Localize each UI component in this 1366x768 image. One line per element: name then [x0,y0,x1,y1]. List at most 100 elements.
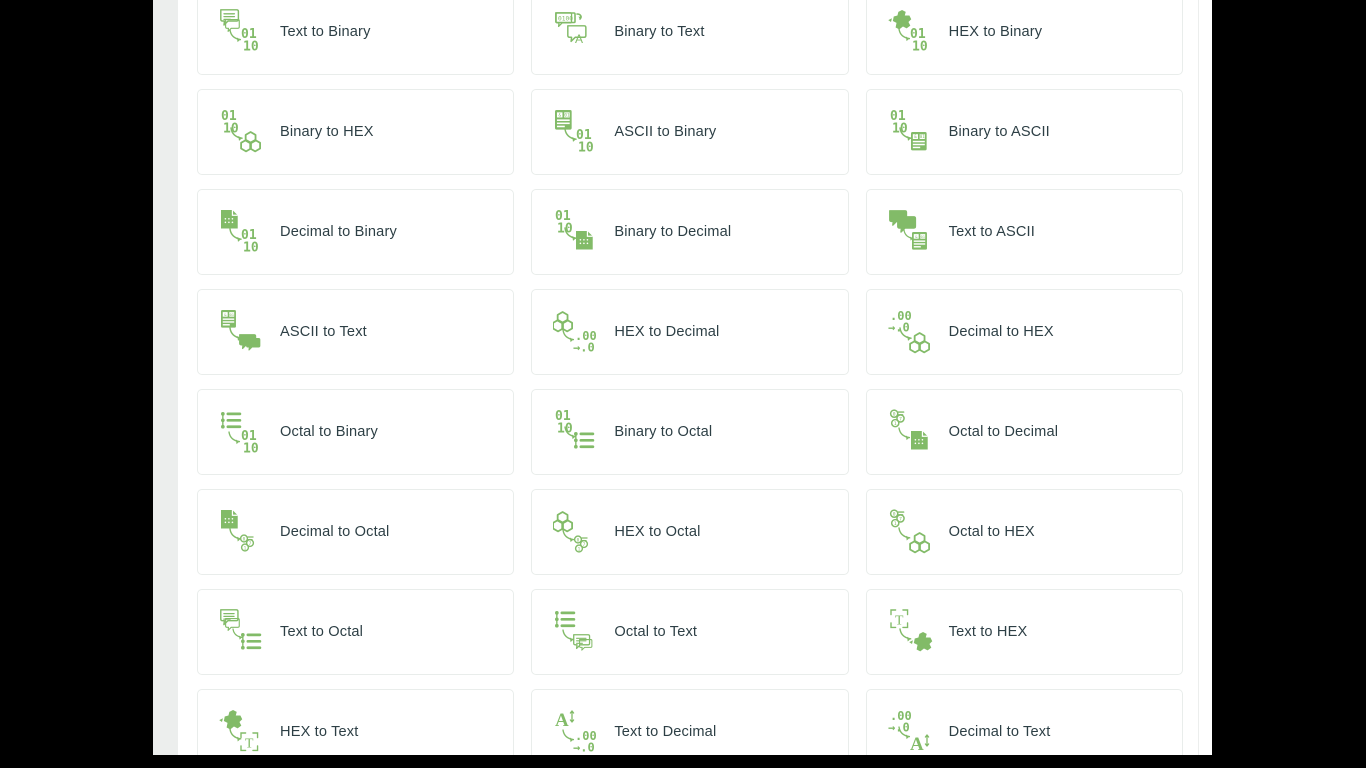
text-to-binary-icon: 01 10 [212,3,274,61]
svg-text:10: 10 [243,441,259,456]
converter-card[interactable]: & 01 Text to ASCII [865,189,1183,275]
converter-card[interactable]: .00 →.0 Decimal to HEX [865,289,1183,375]
text-to-hex-icon: T [881,603,943,661]
converter-card[interactable]: Text to Octal [197,589,515,675]
converter-card-grid: 01 10 Text to Binary 0100 A Binary to Tex… [197,0,1183,755]
converter-card-label: Decimal to HEX [948,324,1054,340]
converter-card-label: Octal to Text [614,624,698,640]
hex-to-text-icon: T [212,703,274,755]
octal-to-decimal-icon: 0 7 1 [881,403,943,461]
svg-text:1: 1 [244,545,247,551]
svg-text:01: 01 [920,234,925,239]
svg-text:7: 7 [249,541,252,547]
binary-to-ascii-icon: 01 10 & 01 [881,103,943,161]
converter-card-label: Octal to Binary [280,424,378,440]
hex-to-binary-icon: 01 10 [881,3,943,61]
converter-card[interactable]: T Text to HEX [865,589,1183,675]
svg-text:01: 01 [920,134,925,139]
svg-text:10: 10 [578,140,594,155]
converter-card[interactable]: 01 10 Binary to Decimal [531,189,849,275]
decimal-to-hex-icon: .00 →.0 [881,303,943,361]
converter-card-label: Binary to ASCII [948,124,1050,140]
ascii-to-text-icon: & 01 [212,303,274,361]
svg-text:T: T [245,735,254,750]
text-to-decimal-icon: A .00 →.0 [546,703,608,755]
decimal-to-binary-icon: 01 10 [212,203,274,261]
converter-card-label: Decimal to Octal [280,524,390,540]
converter-card[interactable]: A .00 →.0 Text to Decimal [531,689,849,755]
converter-card-label: Text to ASCII [948,224,1035,240]
svg-text:1: 1 [578,546,581,552]
octal-to-text-icon [546,603,608,661]
converter-card-label: Text to Decimal [614,724,717,740]
converter-card[interactable]: 0 7 1 Octal to Decimal [865,389,1183,475]
text-to-octal-icon [212,603,274,661]
converter-card-label: Decimal to Binary [280,224,397,240]
converter-card-label: HEX to Text [280,724,359,740]
octal-to-binary-icon: 01 10 [212,403,274,461]
converter-card[interactable]: & 01 ASCII to Text [197,289,515,375]
converter-card-label: HEX to Decimal [614,324,720,340]
binary-to-decimal-icon: 01 10 [546,203,608,261]
converter-card-label: ASCII to Binary [614,124,717,140]
svg-text:→.0: →.0 [573,340,595,354]
svg-text:0: 0 [892,512,895,518]
converter-card[interactable]: 0 7 1 Decimal to Octal [197,489,515,575]
svg-text:7: 7 [899,416,902,422]
converter-card[interactable]: 01 10 Binary to Octal [531,389,849,475]
converter-card[interactable]: 01 10 Text to Binary [197,0,515,75]
converter-card-label: ASCII to Text [280,324,367,340]
hex-to-decimal-icon: .00 →.0 [546,303,608,361]
converter-card-label: Text to Binary [280,24,371,40]
binary-to-hex-icon: 01 10 [212,103,274,161]
converter-card[interactable]: 01 10 & 01 Binary to ASCII [865,89,1183,175]
hex-to-octal-icon: 0 7 1 [546,503,608,561]
decimal-to-octal-icon: 0 7 1 [212,503,274,561]
converter-card-label: HEX to Octal [614,524,701,540]
svg-text:0: 0 [892,412,895,418]
converter-card-label: Octal to HEX [948,524,1035,540]
page-content: 01 10 Text to Binary 0100 A Binary to Tex… [178,0,1198,755]
converter-card[interactable]: 01 10 Decimal to Binary [197,189,515,275]
binary-to-octal-icon: 01 10 [546,403,608,461]
svg-text:A: A [575,32,583,46]
svg-text:10: 10 [243,240,259,255]
converter-card[interactable]: Octal to Text [531,589,849,675]
converter-card-label: Text to Octal [280,624,364,640]
svg-text:0: 0 [243,536,246,542]
converter-card-label: Text to HEX [948,624,1028,640]
octal-to-hex-icon: 0 7 1 [881,503,943,561]
letterbox-bottom [0,755,1366,768]
converter-card[interactable]: 0 7 1 Octal to HEX [865,489,1183,575]
converter-card[interactable]: .00 →.0 A Decimal to Text [865,689,1183,755]
converter-card[interactable]: & 01 01 10 ASCII to Binary [531,89,849,175]
binary-to-text-icon: 0100 A [546,3,608,61]
svg-text:10: 10 [243,39,259,54]
converter-card[interactable]: 01 10 Binary to HEX [197,89,515,175]
converter-card-label: Binary to Text [614,24,705,40]
svg-text:0: 0 [577,537,580,543]
converter-card[interactable]: 0 7 1 HEX to Octal [531,489,849,575]
svg-text:T: T [895,612,904,627]
svg-text:01: 01 [229,312,234,317]
converter-card-label: Binary to HEX [280,124,374,140]
converter-card[interactable]: 01 10 HEX to Binary [865,0,1183,75]
page-left-gutter [153,0,178,755]
converter-card[interactable]: T HEX to Text [197,689,515,755]
converter-card-label: Binary to Octal [614,424,713,440]
browser-viewport: 01 10 Text to Binary 0100 A Binary to Tex… [153,0,1212,755]
svg-text:7: 7 [899,516,902,522]
svg-text:A: A [555,710,569,731]
decimal-to-text-icon: .00 →.0 A [881,703,943,755]
svg-text:→.0: →.0 [888,320,910,334]
svg-text:7: 7 [583,542,586,548]
converter-card-label: Octal to Decimal [948,424,1059,440]
converter-card[interactable]: .00 →.0 HEX to Decimal [531,289,849,375]
converter-card-label: Binary to Decimal [614,224,732,240]
svg-text:A: A [910,734,924,755]
svg-text:01: 01 [565,113,571,118]
converter-card[interactable]: 0100 A Binary to Text [531,0,849,75]
converter-card[interactable]: 01 10 Octal to Binary [197,389,515,475]
screen: 01 10 Text to Binary 0100 A Binary to Tex… [0,0,1366,768]
converter-card-label: Decimal to Text [948,724,1051,740]
